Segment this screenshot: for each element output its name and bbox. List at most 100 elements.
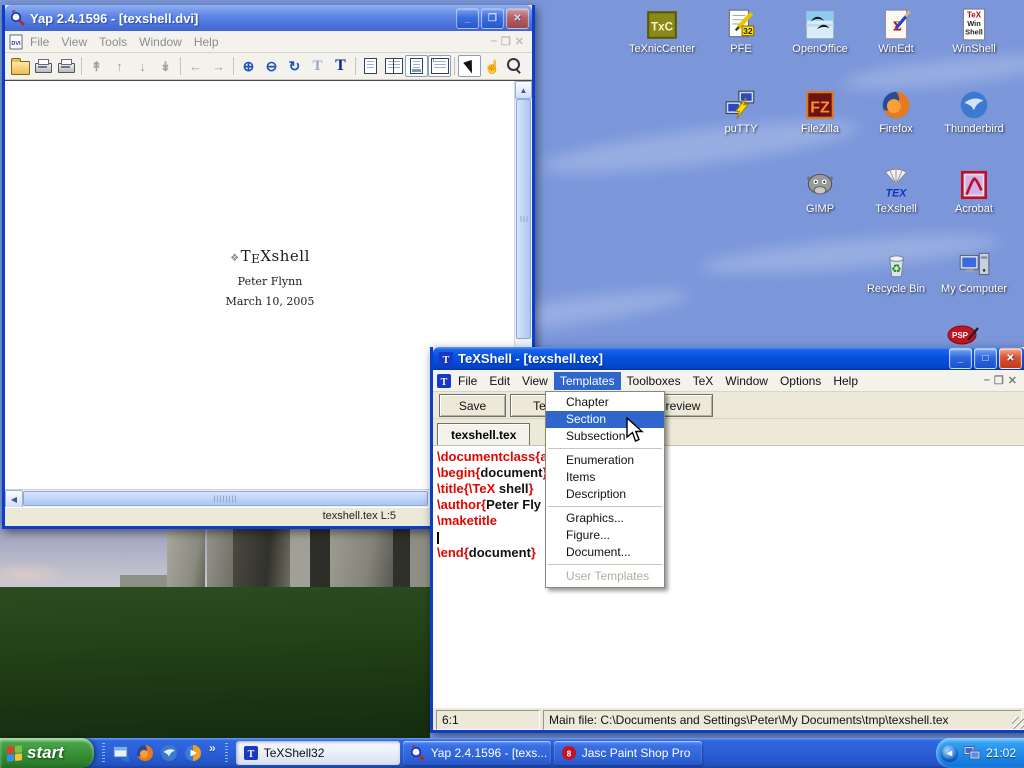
facing-pages-view-icon[interactable] xyxy=(382,55,405,77)
single-page-view-icon[interactable] xyxy=(359,55,382,77)
menu-item-description[interactable]: Description xyxy=(546,486,664,503)
maximize-button[interactable]: ❐ xyxy=(481,8,504,29)
menu-window[interactable]: Window xyxy=(719,372,774,390)
quick-launch-thunderbird-icon[interactable] xyxy=(160,744,178,762)
menu-view[interactable]: View xyxy=(516,372,554,390)
quick-launch-overflow-chevron[interactable]: » xyxy=(209,741,216,755)
desktop-icon-texshell[interactable]: TEXTeXshell xyxy=(858,168,934,215)
code-content: \documentclass{a\begin{document}\title{\… xyxy=(437,449,548,561)
refresh-icon[interactable]: ↻ xyxy=(283,55,306,77)
menu-item-user-templates[interactable]: User Templates xyxy=(546,568,664,585)
close-button[interactable]: ✕ xyxy=(506,8,529,29)
menu-item-section[interactable]: Section xyxy=(546,411,664,428)
menu-tex[interactable]: TeX xyxy=(687,372,720,390)
menu-item-figure[interactable]: Figure... xyxy=(546,527,664,544)
continuous-view-icon[interactable] xyxy=(405,55,428,77)
tab-texshell-tex[interactable]: texshell.tex xyxy=(437,423,530,445)
mdi-minimize-button[interactable]: – xyxy=(984,374,990,387)
horizontal-scroll-thumb[interactable] xyxy=(23,491,428,506)
print-setup-icon[interactable] xyxy=(55,55,78,77)
desktop-icon-label: puTTY xyxy=(703,123,779,135)
menu-options[interactable]: Options xyxy=(774,372,827,390)
desktop-icon-putty[interactable]: puTTY xyxy=(703,88,779,135)
maximize-button[interactable]: □ xyxy=(974,348,997,369)
desktop-icon-pfe[interactable]: 32PFE xyxy=(703,8,779,55)
quick-launch-media-player-icon[interactable] xyxy=(184,744,202,762)
yap-menu-window[interactable]: Window xyxy=(133,33,188,51)
desktop-icon-gimp[interactable]: GIMP xyxy=(782,168,858,215)
menu-templates[interactable]: Templates xyxy=(554,372,621,390)
resize-grip[interactable] xyxy=(1012,717,1024,729)
code-line: \documentclass{a xyxy=(437,449,548,465)
desktop-icon-winedt[interactable]: ΣWinEdt xyxy=(858,8,934,55)
desktop-icon-mycomputer[interactable]: My Computer xyxy=(936,248,1012,295)
desktop-icon-filezilla[interactable]: FZFileZilla xyxy=(782,88,858,135)
first-page-icon[interactable]: ↟ xyxy=(85,55,108,77)
menu-item-subsection[interactable]: Subsection xyxy=(546,428,664,445)
taskbar-button-texshellwin[interactable]: TTeXShell32 xyxy=(236,741,400,765)
menu-toolboxes[interactable]: Toolboxes xyxy=(621,372,687,390)
zoom-out-icon[interactable]: ⊖ xyxy=(260,55,283,77)
mdi-minimize-button[interactable]: – xyxy=(491,35,497,48)
desktop-icon-label: TeXshell xyxy=(858,203,934,215)
vertical-scroll-thumb[interactable] xyxy=(516,99,531,339)
scroll-up-button[interactable]: ▲ xyxy=(515,81,532,99)
start-button[interactable]: start xyxy=(0,738,94,768)
next-page-icon[interactable]: ↓ xyxy=(131,55,154,77)
yap-menu-help[interactable]: Help xyxy=(188,33,225,51)
continuous-facing-view-icon[interactable] xyxy=(428,55,451,77)
taskbar-button-psp[interactable]: 8Jasc Paint Shop Pro xyxy=(554,741,702,765)
menu-item-document[interactable]: Document... xyxy=(546,544,664,561)
open-icon[interactable] xyxy=(9,55,32,77)
desktop-icon-acrobat[interactable]: Acrobat xyxy=(936,168,1012,215)
close-button[interactable]: ✕ xyxy=(999,348,1022,369)
desktop-icon-openoffice[interactable]: OpenOffice xyxy=(782,8,858,55)
prev-page-icon[interactable]: ↑ xyxy=(108,55,131,77)
mdi-restore-button[interactable]: ❐ xyxy=(994,374,1004,387)
desktop-icon-winshell[interactable]: TeXWinShellWinShell xyxy=(936,8,1012,55)
back-icon[interactable]: ← xyxy=(184,55,207,77)
mdi-close-button[interactable]: ✕ xyxy=(1008,374,1017,387)
menu-file[interactable]: File xyxy=(452,372,483,390)
zoom-in-icon[interactable]: ⊕ xyxy=(237,55,260,77)
forward-icon[interactable]: → xyxy=(207,55,230,77)
code-editor[interactable]: \documentclass{a\begin{document}\title{\… xyxy=(433,446,1024,708)
yap-menu-view[interactable]: View xyxy=(55,33,93,51)
menu-item-items[interactable]: Items xyxy=(546,469,664,486)
hand-tool-icon[interactable]: ☝ xyxy=(481,55,504,77)
toolbar-handle[interactable] xyxy=(102,743,105,763)
yap-titlebar[interactable]: Yap 2.4.1596 - [texshell.dvi] _ ❐ ✕ xyxy=(5,5,532,31)
desktop-icon-texniccenter[interactable]: TxCTeXnicCenter xyxy=(624,8,700,55)
yap-menu-tools[interactable]: Tools xyxy=(93,33,133,51)
quick-launch-firefox-icon[interactable] xyxy=(136,744,154,762)
save-button[interactable]: Save xyxy=(439,394,506,417)
taskbar-button-yapwin[interactable]: Yap 2.4.1596 - [texs... xyxy=(403,741,551,765)
magnifier-tool-icon[interactable] xyxy=(504,55,527,77)
hide-icons-chevron-button[interactable]: ◂ xyxy=(941,745,958,762)
quick-launch-desktop-icon[interactable] xyxy=(112,744,130,762)
network-icon[interactable] xyxy=(963,745,981,761)
texshell-titlebar[interactable]: T TeXShell - [texshell.tex] _ □ ✕ xyxy=(433,347,1024,370)
yap-menu-file[interactable]: File xyxy=(24,33,55,51)
print-icon[interactable] xyxy=(32,55,55,77)
minimize-button[interactable]: _ xyxy=(949,348,972,369)
desktop-icon-firefox[interactable]: Firefox xyxy=(858,88,934,135)
menu-edit[interactable]: Edit xyxy=(483,372,516,390)
mdi-close-button[interactable]: ✕ xyxy=(515,35,524,48)
minimize-button[interactable]: _ xyxy=(456,8,479,29)
measure-tool-icon[interactable]: T xyxy=(306,55,329,77)
select-tool-icon[interactable] xyxy=(458,55,481,77)
menu-item-graphics[interactable]: Graphics... xyxy=(546,510,664,527)
desktop-icon-paintshoppro[interactable]: PSP xyxy=(946,322,980,346)
last-page-icon[interactable]: ↡ xyxy=(154,55,177,77)
mdi-restore-button[interactable]: ❐ xyxy=(501,35,511,48)
text-tool-icon[interactable]: T xyxy=(329,55,352,77)
desktop-icon-label: Recycle Bin xyxy=(858,283,934,295)
toolbar-handle[interactable] xyxy=(225,743,228,763)
menu-item-enumeration[interactable]: Enumeration xyxy=(546,452,664,469)
menu-help[interactable]: Help xyxy=(827,372,864,390)
desktop-icon-recyclebin[interactable]: ♻Recycle Bin xyxy=(858,248,934,295)
desktop-icon-thunderbird[interactable]: Thunderbird xyxy=(936,88,1012,135)
menu-item-chapter[interactable]: Chapter xyxy=(546,394,664,411)
putty-icon xyxy=(724,88,758,122)
